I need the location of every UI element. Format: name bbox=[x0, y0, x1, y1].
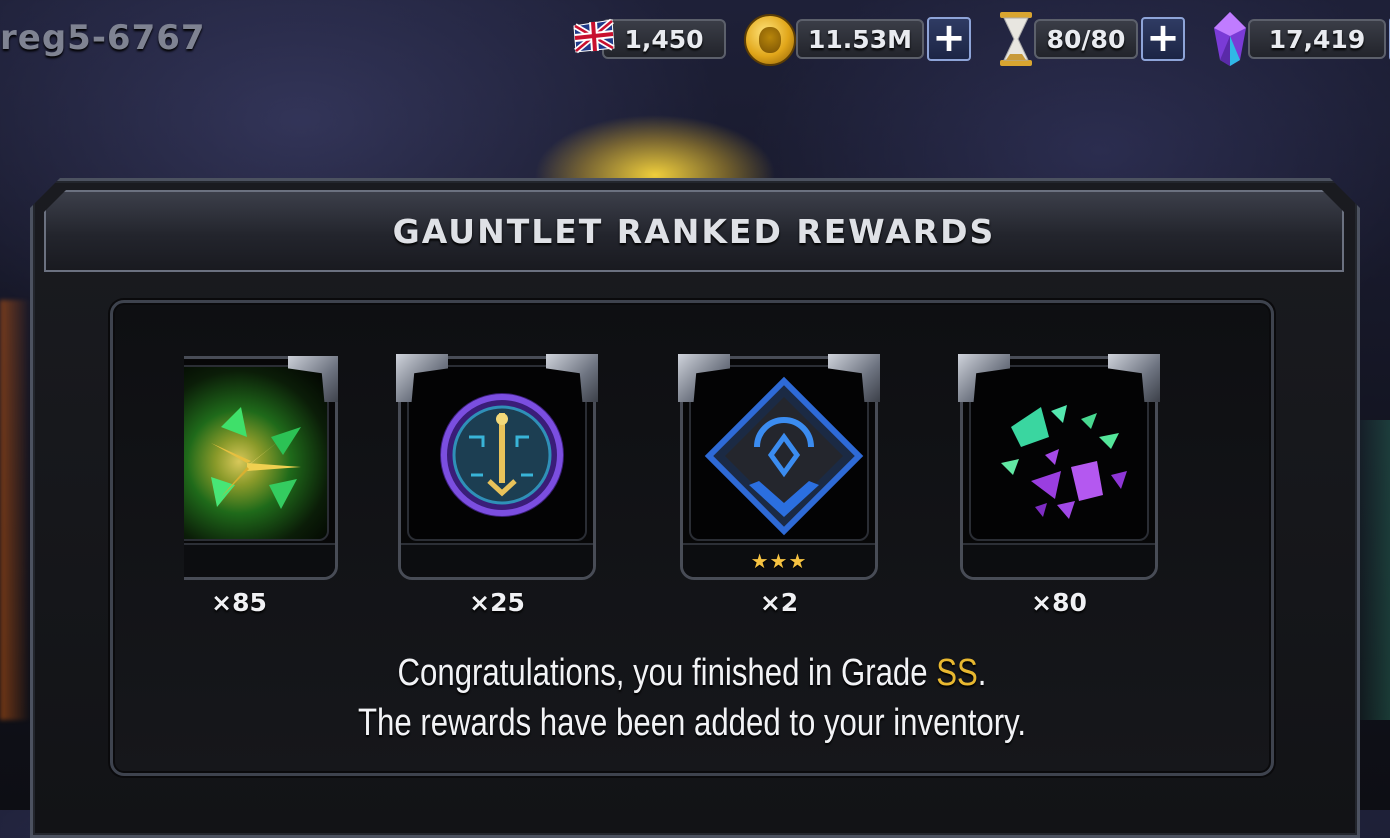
reward-card bbox=[960, 356, 1158, 580]
reward-item[interactable]: ★★★ ×2 bbox=[678, 354, 880, 617]
reward-item[interactable]: ×25 bbox=[396, 354, 598, 617]
background-glow-left bbox=[0, 300, 30, 720]
gauntlet-key-token-icon bbox=[440, 393, 564, 517]
reward-quantity: ×80 bbox=[1031, 588, 1087, 617]
uk-flag-icon bbox=[573, 18, 615, 54]
gold-coin-icon bbox=[744, 14, 796, 66]
add-gold-button[interactable]: + bbox=[927, 17, 971, 61]
reward-item[interactable]: ×80 bbox=[958, 354, 1160, 617]
inventory-message: The rewards have been added to your inve… bbox=[357, 702, 1027, 744]
reward-quantity: ×25 bbox=[469, 588, 525, 617]
crystals-currency: 17,419 + bbox=[1214, 12, 1390, 66]
dialog-title: GAUNTLET RANKED REWARDS bbox=[392, 211, 996, 251]
crystal-icon bbox=[1214, 12, 1246, 66]
congrats-line: Congratulations, you finished in Grade S… bbox=[397, 652, 987, 694]
add-energy-button[interactable]: + bbox=[1141, 17, 1185, 61]
grade-value: SS bbox=[936, 652, 978, 694]
reward-card: ★★★ bbox=[680, 356, 878, 580]
hourglass-icon bbox=[1000, 12, 1032, 66]
energy-value: 80/80 bbox=[1034, 19, 1138, 59]
green-purple-crystal-shards-icon bbox=[1001, 405, 1127, 519]
energy-currency: 80/80 + bbox=[1000, 12, 1185, 66]
gold-currency: 11.53M + bbox=[744, 14, 971, 66]
blue-rank-up-material-icon bbox=[704, 376, 864, 536]
dialog-header: GAUNTLET RANKED REWARDS bbox=[44, 190, 1344, 272]
battlechips-value: 1,450 bbox=[602, 19, 726, 59]
player-name: reg5-6767 bbox=[0, 18, 206, 58]
reward-quantity: ×2 bbox=[759, 588, 799, 617]
gold-value: 11.53M bbox=[796, 19, 924, 59]
reward-card bbox=[398, 356, 596, 580]
battlechips-currency: 1,450 bbox=[573, 16, 726, 62]
crystals-value: 17,419 bbox=[1248, 19, 1386, 59]
reward-stars: ★★★ bbox=[750, 549, 808, 573]
